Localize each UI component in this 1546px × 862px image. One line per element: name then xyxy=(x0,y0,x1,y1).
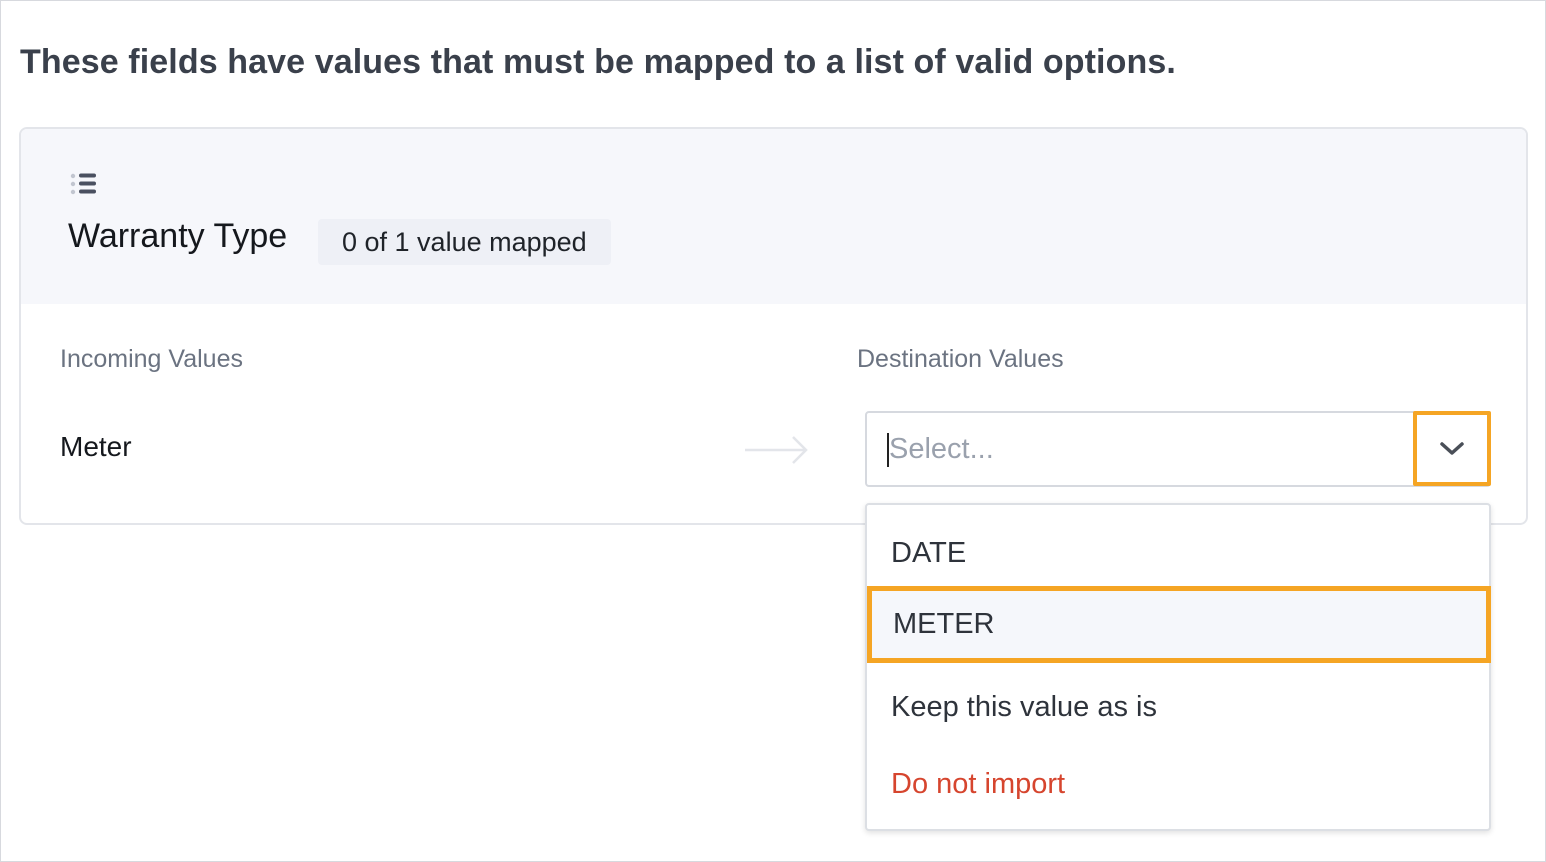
destination-select[interactable] xyxy=(865,411,1491,487)
mapped-count-badge: 0 of 1 value mapped xyxy=(318,219,611,265)
mapping-page: These fields have values that must be ma… xyxy=(0,0,1546,862)
page-heading: These fields have values that must be ma… xyxy=(20,43,1176,81)
field-card-header: Warranty Type 0 of 1 value mapped xyxy=(21,129,1526,304)
dropdown-menu: DATE METER Keep this value as is Do not … xyxy=(865,503,1491,831)
option-do-not-import[interactable]: Do not import xyxy=(867,746,1489,823)
field-name: Warranty Type xyxy=(68,217,288,255)
option-date[interactable]: DATE xyxy=(867,515,1489,592)
destination-values-header: Destination Values xyxy=(857,345,1064,373)
destination-select-input[interactable] xyxy=(889,429,1389,469)
option-keep-value[interactable]: Keep this value as is xyxy=(867,669,1489,746)
dropdown-toggle-button[interactable] xyxy=(1413,411,1491,486)
chevron-down-icon xyxy=(1440,441,1464,455)
incoming-value: Meter xyxy=(60,431,132,462)
incoming-values-header: Incoming Values xyxy=(60,345,243,373)
option-meter[interactable]: METER xyxy=(867,586,1491,663)
arrow-right-icon xyxy=(745,436,808,464)
list-icon xyxy=(70,173,96,195)
